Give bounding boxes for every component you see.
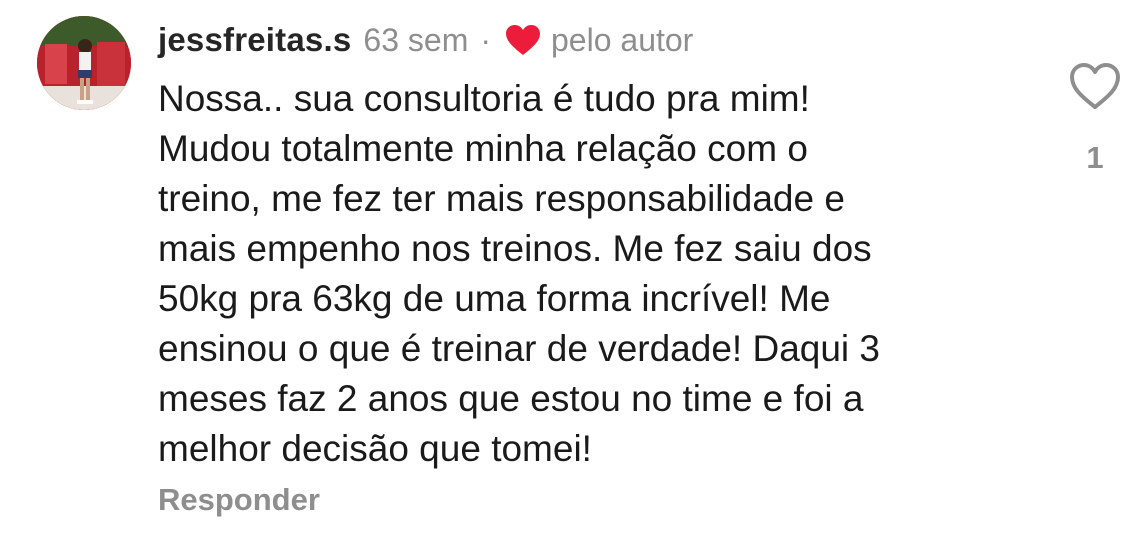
comment-text-line: Mudou totalmente minha relação com o: [158, 128, 808, 169]
comment-text-line: Nossa.. sua consultoria é tudo pra mim!: [158, 78, 810, 119]
separator: ·: [480, 21, 491, 58]
liked-by-author-label: pelo autor: [551, 21, 694, 58]
comment-text-line: 50kg pra 63kg de uma forma incrível! Me: [158, 278, 831, 319]
comment-text-line: treino, me fez ter mais responsabilidade…: [158, 178, 845, 219]
comment-text-line: melhor decisão que tomei!: [158, 428, 592, 469]
timestamp: 63 sem: [363, 21, 469, 58]
heart-outline-icon: [1070, 63, 1120, 109]
like-button[interactable]: [1068, 60, 1122, 112]
like-count: 1: [1086, 140, 1104, 175]
profile-photo-icon: [37, 16, 131, 110]
comment-meta: jessfreitas.s 63 sem · pelo autor: [158, 18, 693, 62]
comment-text-line: meses faz 2 anos que estou no time e foi…: [158, 378, 864, 419]
comment: jessfreitas.s 63 sem · pelo autor Nossa.…: [0, 0, 1129, 537]
comment-text-line: ensinou o que é treinar de verdade! Daqu…: [158, 328, 881, 369]
comment-text-line: mais empenho nos treinos. Me fez saiu do…: [158, 228, 872, 269]
username[interactable]: jessfreitas.s: [158, 21, 351, 59]
heart-filled-icon: [505, 24, 541, 56]
reply-button[interactable]: Responder: [158, 482, 320, 518]
comment-text: Nossa.. sua consultoria é tudo pra mim! …: [158, 74, 1038, 474]
avatar[interactable]: [37, 16, 131, 110]
